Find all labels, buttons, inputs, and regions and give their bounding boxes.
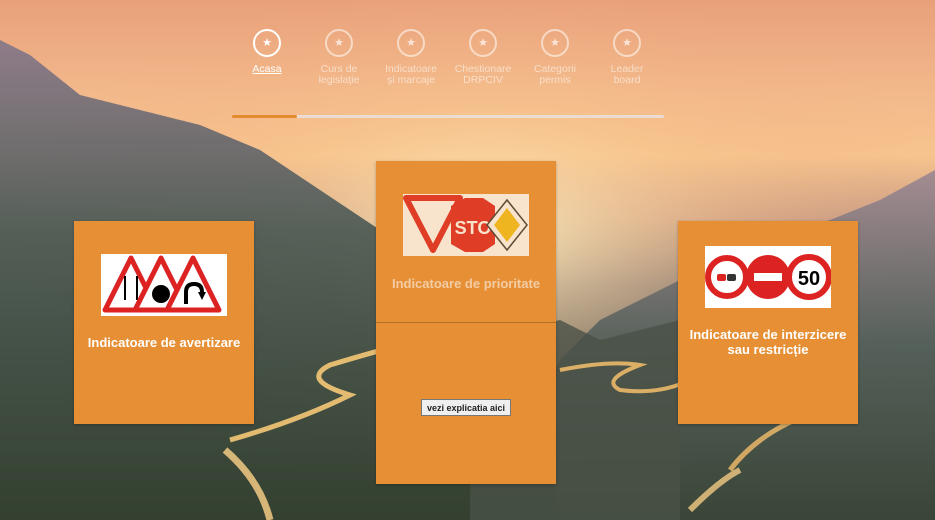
card-priority-signs[interactable]: STO Indicatoare de prioritate vezi expli… bbox=[376, 161, 556, 484]
nav-item-label: Curs de legislație bbox=[318, 63, 360, 86]
nav-item-acasa[interactable]: ★ Acasa bbox=[231, 27, 303, 75]
stop-sign-text: STO bbox=[455, 218, 492, 238]
nav-progress-track bbox=[232, 115, 664, 118]
nav-item-label: Leader board bbox=[610, 63, 644, 86]
nav-item-curs-legislatie[interactable]: ★ Curs de legislație bbox=[303, 27, 375, 86]
card-warning-title: Indicatoare de avertizare bbox=[87, 335, 241, 350]
nav-item-categorii-permis[interactable]: ★ Categorii permis bbox=[519, 27, 591, 86]
card-flip-divider bbox=[376, 322, 556, 323]
nav-item-chestionare[interactable]: ★ Chestionare DRPCIV bbox=[447, 27, 519, 86]
view-explanation-button[interactable]: vezi explicatia aici bbox=[421, 399, 511, 416]
star-icon: ★ bbox=[253, 29, 281, 57]
card-warning-signs[interactable]: Indicatoare de avertizare bbox=[74, 221, 254, 424]
nav-item-label: Indicatoare și marcaje bbox=[385, 63, 437, 86]
star-icon: ★ bbox=[541, 29, 569, 57]
warning-signs-image bbox=[101, 254, 227, 316]
nav-item-label: Categorii permis bbox=[533, 63, 577, 86]
nav-item-label: Acasa bbox=[252, 63, 282, 75]
priority-signs-image: STO bbox=[403, 194, 529, 256]
top-navigation: ★ Acasa ★ Curs de legislație ★ Indicatoa… bbox=[232, 27, 664, 122]
nav-item-indicatoare-marcaje[interactable]: ★ Indicatoare și marcaje bbox=[375, 27, 447, 86]
star-icon: ★ bbox=[397, 29, 425, 57]
card-priority-title: Indicatoare de prioritate bbox=[391, 276, 541, 291]
nav-item-leaderboard[interactable]: ★ Leader board bbox=[591, 27, 663, 86]
nav-item-label: Chestionare DRPCIV bbox=[454, 63, 512, 86]
nav-progress-fill bbox=[232, 115, 297, 118]
card-prohibition-title: Indicatoare de interzicere sau restricți… bbox=[689, 327, 847, 357]
card-prohibition-signs[interactable]: 50 Indicatoare de interzicere sau restri… bbox=[678, 221, 858, 424]
star-icon: ★ bbox=[469, 29, 497, 57]
star-icon: ★ bbox=[325, 29, 353, 57]
speed-limit-text: 50 bbox=[798, 268, 820, 290]
prohibition-signs-image: 50 bbox=[705, 246, 832, 308]
star-icon: ★ bbox=[613, 29, 641, 57]
